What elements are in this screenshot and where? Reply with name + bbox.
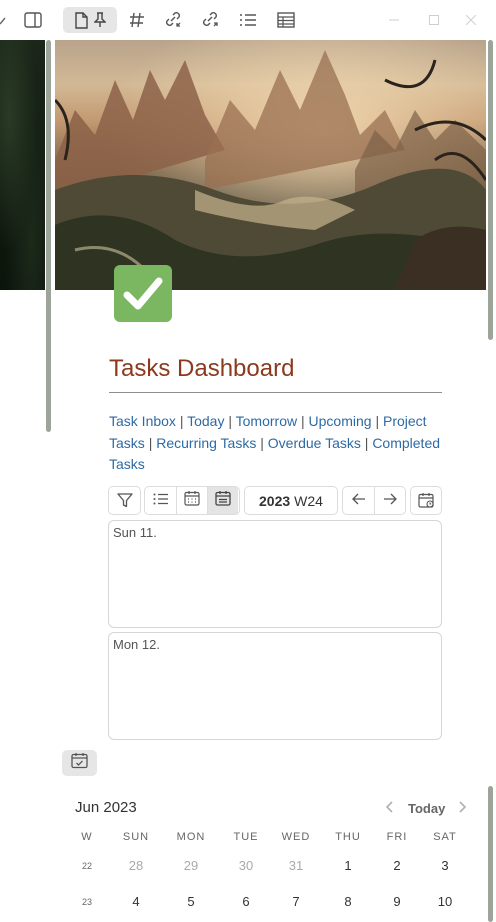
link-separator: | <box>179 413 184 429</box>
dashboard-links: Task Inbox | Today | Tomorrow | Upcoming… <box>109 411 444 476</box>
link-overdue-tasks[interactable]: Overdue Tasks <box>268 435 361 451</box>
week-nav <box>342 486 406 515</box>
day-box-mon[interactable]: Mon 12. <box>108 632 442 740</box>
calendar-header: FRI <box>386 831 408 843</box>
list-icon <box>153 492 169 510</box>
file-pin-button[interactable] <box>63 7 117 33</box>
link-separator: | <box>228 413 232 429</box>
calendar-month-label: Jun 2023 <box>75 799 137 816</box>
calendar-day[interactable]: 3 <box>420 858 470 873</box>
link-separator: | <box>301 413 305 429</box>
calendar-header: WED <box>281 831 311 843</box>
outgoing-links-icon[interactable] <box>199 7 223 33</box>
minimize-icon[interactable] <box>384 10 404 30</box>
calendar-day[interactable]: 5 <box>166 894 216 909</box>
link-upcoming[interactable]: Upcoming <box>309 413 372 429</box>
banner-image <box>55 40 486 290</box>
week-number[interactable]: 22 <box>66 861 108 871</box>
calendar-day[interactable]: 29 <box>166 858 216 873</box>
link-separator: | <box>260 434 264 451</box>
calendar-header: MON <box>176 831 206 843</box>
file-icon <box>74 11 88 29</box>
week-year: 2023 <box>259 492 291 509</box>
day-label: Sun 11. <box>113 525 157 540</box>
page-title: Tasks Dashboard <box>109 355 295 382</box>
calendar-day[interactable]: 31 <box>271 858 321 873</box>
right-pane-scrollbar[interactable] <box>488 40 493 340</box>
list-view-button[interactable] <box>145 487 176 514</box>
left-pane-scrollbar[interactable] <box>46 40 51 432</box>
link-separator: | <box>148 434 153 451</box>
calendar-header: THU <box>335 831 361 843</box>
link-separator: | <box>375 413 380 429</box>
link-tomorrow[interactable]: Tomorrow <box>236 413 297 429</box>
week-number[interactable]: 23 <box>66 897 108 907</box>
link-task-inbox[interactable]: Task Inbox <box>109 413 176 429</box>
month-view-button[interactable] <box>176 487 207 514</box>
calendar-check-icon <box>71 752 88 774</box>
calendar-day[interactable]: 28 <box>111 858 161 873</box>
view-switcher <box>144 486 240 515</box>
chevron-icon[interactable] <box>0 7 8 33</box>
calendar-day[interactable]: 30 <box>221 858 271 873</box>
link-today[interactable]: Today <box>187 413 224 429</box>
calendar-day[interactable]: 6 <box>221 894 271 909</box>
pin-icon <box>94 12 106 28</box>
day-label: Mon 12. <box>113 637 160 652</box>
left-pane-image <box>0 40 45 290</box>
day-box-sun[interactable]: Sun 11. <box>108 520 442 628</box>
note-emoji-icon <box>114 265 172 322</box>
calendar-header: W <box>81 831 93 843</box>
link-recurring-tasks[interactable]: Recurring Tasks <box>156 435 256 451</box>
top-toolbar <box>0 0 496 40</box>
maximize-icon[interactable] <box>424 10 444 30</box>
next-week-button[interactable] <box>374 487 405 514</box>
calendar-day[interactable]: 2 <box>372 858 422 873</box>
calendar-today-button[interactable]: Today <box>408 801 445 816</box>
week-label: 2023 W24 <box>244 486 338 515</box>
previous-week-button[interactable] <box>343 487 374 514</box>
close-icon[interactable] <box>461 10 481 30</box>
calendar-toggle-button[interactable] <box>62 750 97 776</box>
week-calendar-icon <box>215 490 231 511</box>
calendar-day[interactable]: 10 <box>420 894 470 909</box>
week-number: W24 <box>294 492 323 509</box>
week-view-button[interactable] <box>207 487 238 514</box>
calendar-day[interactable]: 4 <box>111 894 161 909</box>
calendar-header: SAT <box>433 831 457 843</box>
title-divider <box>109 392 442 393</box>
calendar-scrollbar[interactable] <box>488 786 493 922</box>
filter-button[interactable] <box>108 486 141 515</box>
calendar-header: TUE <box>233 831 259 843</box>
go-to-today-button[interactable] <box>410 486 442 515</box>
filter-icon <box>109 487 140 514</box>
calendar-next-icon[interactable] <box>457 800 467 817</box>
calendar-prev-icon[interactable] <box>385 800 395 817</box>
calendar-day[interactable]: 7 <box>271 894 321 909</box>
calendar-day[interactable]: 8 <box>323 894 373 909</box>
arrow-left-icon <box>351 492 366 510</box>
sidebar-toggle-icon[interactable] <box>20 7 46 33</box>
tag-icon[interactable] <box>126 7 148 33</box>
calendar-day[interactable]: 1 <box>323 858 373 873</box>
calendar-header: SUN <box>122 831 150 843</box>
calendar-icon <box>184 490 200 511</box>
backlinks-icon[interactable] <box>162 7 186 33</box>
table-icon[interactable] <box>274 7 298 33</box>
arrow-right-icon <box>383 492 397 510</box>
calendar-today-icon <box>411 487 441 514</box>
calendar-day[interactable]: 9 <box>372 894 422 909</box>
link-separator: | <box>364 434 369 451</box>
outline-icon[interactable] <box>237 7 259 33</box>
